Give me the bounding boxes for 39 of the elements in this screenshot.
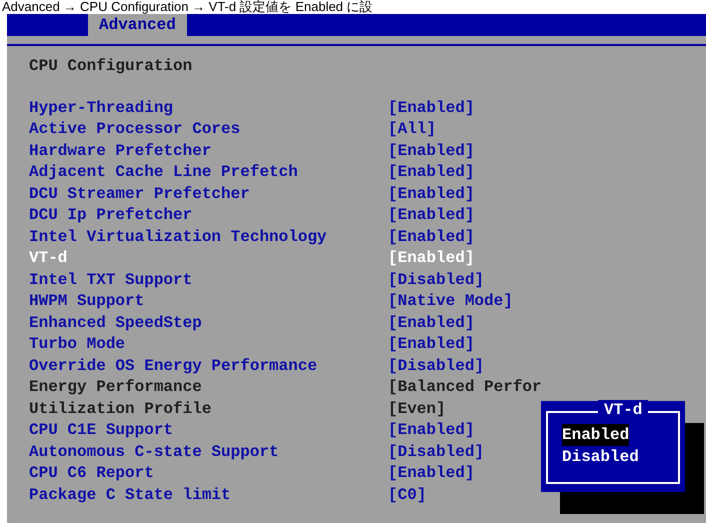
setting-label[interactable]: Enhanced SpeedStep [29,310,388,335]
setting-label[interactable]: Autonomous C-state Support [29,440,388,464]
setting-value[interactable]: [Enabled] [388,224,474,249]
setting-label[interactable]: HWPM Support [29,289,388,314]
setting-value[interactable]: [Disabled] [388,268,484,292]
setting-value[interactable]: [Disabled] [388,440,484,464]
section-title: CPU Configuration [29,56,192,76]
setting-value[interactable]: [Enabled] [388,182,474,206]
setting-value[interactable]: [Enabled] [388,138,474,163]
setting-label[interactable]: Active Processor Cores [29,117,388,142]
setting-value[interactable]: [Enabled] [388,461,474,486]
setting-label[interactable]: CPU C1E Support [29,418,388,442]
popup-option[interactable]: Enabled [562,424,630,446]
caption: Advanced → CPU Configuration → VT-d 設定値を Enabled に設 [1,0,374,14]
setting-label[interactable]: VT-d [29,246,388,270]
setting-value[interactable]: [Enabled] [388,246,474,270]
setting-value[interactable]: [Disabled] [388,354,484,378]
setting-value[interactable]: [Enabled] [388,96,474,120]
setting-value[interactable]: [Native Mode] [388,289,513,314]
setting-label[interactable]: CPU C6 Report [29,461,388,486]
setting-label[interactable]: Adjacent Cache Line Prefetch [29,160,388,184]
setting-label[interactable]: Override OS Energy Performance [29,354,388,378]
setting-value[interactable]: [Enabled] [388,160,474,184]
setting-value[interactable]: [Enabled] [388,332,474,356]
setting-label[interactable]: Intel Virtualization Technology [29,224,388,249]
setting-label[interactable]: Turbo Mode [29,332,388,356]
popup-option[interactable]: Disabled [562,446,639,468]
setting-value[interactable]: [C0] [388,482,426,507]
setting-label[interactable]: Hyper-Threading [29,96,388,120]
setting-value[interactable]: [All] [388,117,436,142]
setting-value[interactable]: [Enabled] [388,310,474,335]
setting-label[interactable]: Hardware Prefetcher [29,138,388,163]
setting-value[interactable]: [Enabled] [388,418,474,442]
setting-label[interactable]: Intel TXT Support [29,268,388,292]
setting-label[interactable]: DCU Streamer Prefetcher [29,182,388,206]
setting-value[interactable]: [Enabled] [388,203,474,228]
setting-label[interactable]: Package C State limit [29,482,388,507]
setting-label[interactable]: DCU Ip Prefetcher [29,203,388,228]
menu-tab[interactable]: Advanced [88,14,187,36]
